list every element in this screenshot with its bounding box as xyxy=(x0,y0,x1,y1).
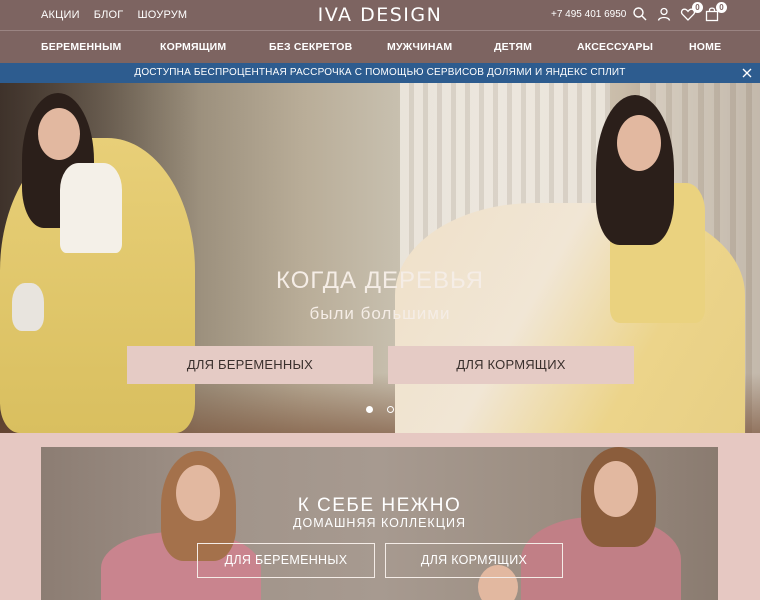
nav-item-home[interactable]: HOME xyxy=(689,41,721,53)
top-bar: АКЦИИ БЛОГ ШОУРУМ IVA DESIGN +7 495 401 … xyxy=(0,0,760,30)
nav-item-pregnant[interactable]: БЕРЕМЕННЫМ xyxy=(41,41,122,53)
slider-dot-2[interactable] xyxy=(387,406,394,413)
promo-bar: ДОСТУПНА БЕСПРОЦЕНТНАЯ РАССРОЧКА С ПОМОЩ… xyxy=(0,63,760,83)
hero-pregnant-button[interactable]: ДЛЯ БЕРЕМЕННЫХ xyxy=(127,346,373,384)
cart-count-badge: 0 xyxy=(716,2,727,13)
hero-image-face-right xyxy=(617,115,661,171)
search-icon[interactable] xyxy=(632,6,648,22)
account-icon[interactable] xyxy=(656,6,672,22)
main-nav: БЕРЕМЕННЫМ КОРМЯЩИМ БЕЗ СЕКРЕТОВ МУЖЧИНА… xyxy=(0,31,760,63)
close-icon[interactable] xyxy=(740,63,754,83)
nav-item-nursing[interactable]: КОРМЯЩИМ xyxy=(160,41,226,53)
header-icons: 0 0 xyxy=(632,2,727,22)
home-collection-banner: К СЕБЕ НЕЖНО ДОМАШНЯЯ КОЛЛЕКЦИЯ ДЛЯ БЕРЕ… xyxy=(41,447,718,600)
hero-image-blouse-left xyxy=(60,163,122,253)
nav-item-accessories[interactable]: АКСЕССУАРЫ xyxy=(577,41,653,53)
banner-nursing-button[interactable]: ДЛЯ КОРМЯЩИХ xyxy=(385,543,563,578)
banner-subtitle: ДОМАШНЯЯ КОЛЛЕКЦИЯ xyxy=(293,516,466,530)
banner-pregnant-button[interactable]: ДЛЯ БЕРЕМЕННЫХ xyxy=(197,543,375,578)
hero-nursing-button[interactable]: ДЛЯ КОРМЯЩИХ xyxy=(388,346,634,384)
slider-dots xyxy=(366,406,394,413)
nav-item-kids[interactable]: ДЕТЯМ xyxy=(494,41,532,53)
nav-item-no-secrets[interactable]: БЕЗ СЕКРЕТОВ xyxy=(269,41,352,53)
hero-title: КОГДА ДЕРЕВЬЯ xyxy=(276,267,484,294)
cart-icon[interactable]: 0 xyxy=(704,2,727,22)
slider-dot-1[interactable] xyxy=(366,406,373,413)
phone-number[interactable]: +7 495 401 6950 xyxy=(551,9,626,20)
nav-item-men[interactable]: МУЖЧИНАМ xyxy=(387,41,452,53)
hero-image-face-left xyxy=(38,108,80,160)
wishlist-count-badge: 0 xyxy=(692,2,703,13)
hero-slider: КОГДА ДЕРЕВЬЯ были большими ДЛЯ БЕРЕМЕНН… xyxy=(0,83,760,433)
wishlist-icon[interactable]: 0 xyxy=(680,2,703,22)
promo-text: ДОСТУПНА БЕСПРОЦЕНТНАЯ РАССРОЧКА С ПОМОЩ… xyxy=(134,67,626,78)
hero-subtitle: были большими xyxy=(309,304,451,323)
banner-title: К СЕБЕ НЕЖНО xyxy=(297,495,462,516)
